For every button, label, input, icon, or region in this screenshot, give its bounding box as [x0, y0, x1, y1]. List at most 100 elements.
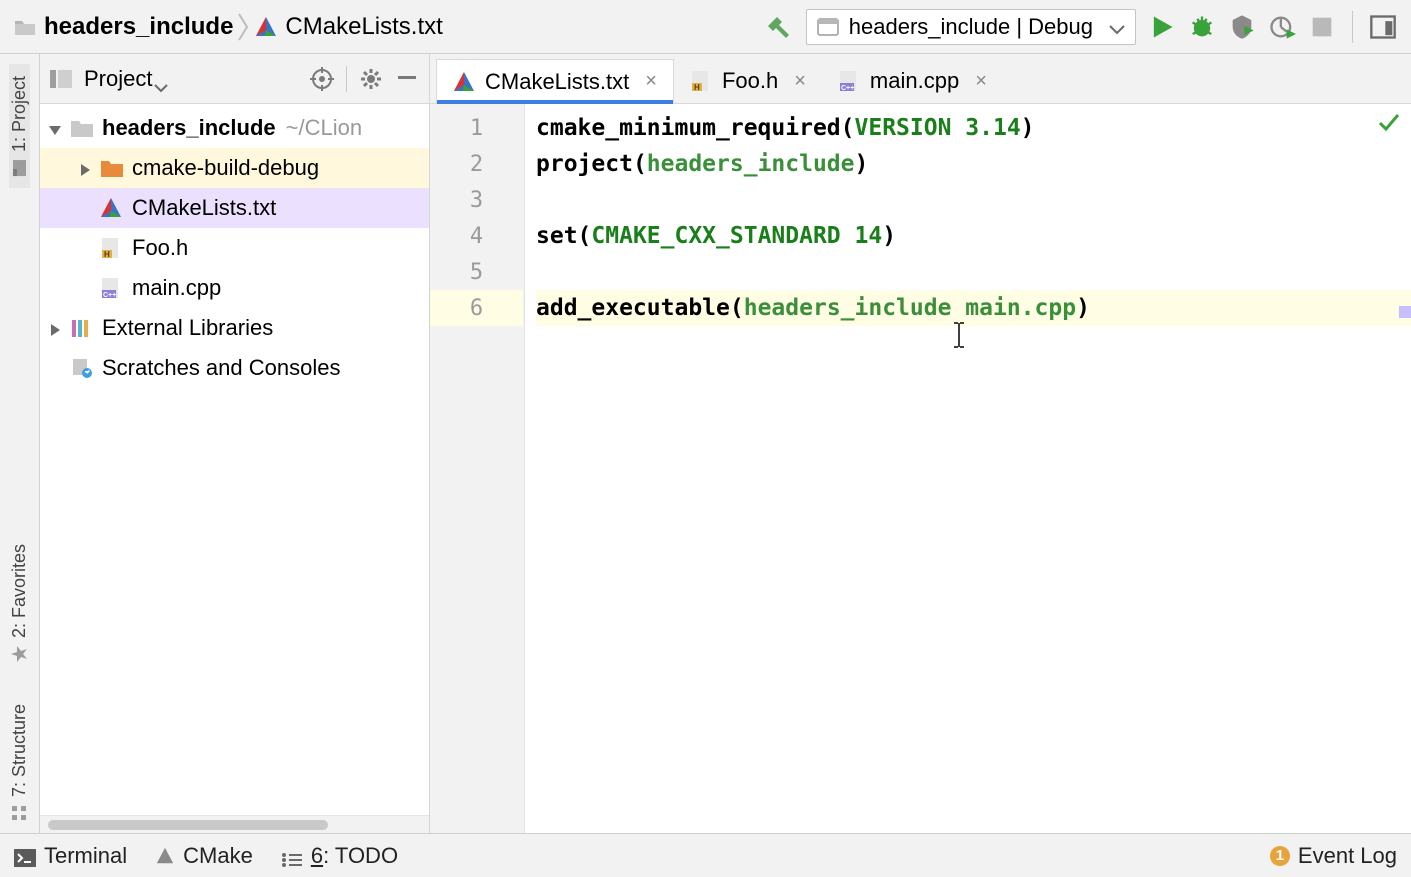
cmake-grey-icon: [155, 846, 175, 866]
breadcrumb-file[interactable]: CMakeLists.txt: [285, 13, 442, 41]
debug-button[interactable]: [1188, 13, 1216, 41]
hide-panel-button[interactable]: [395, 67, 419, 91]
line-number: 6: [430, 290, 523, 326]
view-mode-icon[interactable]: [50, 70, 72, 88]
code-area[interactable]: cmake_minimum_required(VERSION 3.14)proj…: [524, 104, 1411, 833]
code-line[interactable]: set(CMAKE_CXX_STANDARD 14): [536, 218, 1411, 254]
tree-external-libs-label: External Libraries: [102, 315, 273, 341]
coverage-button[interactable]: [1228, 13, 1256, 41]
tree-file-foo[interactable]: H Foo.h: [40, 228, 429, 268]
breadcrumb: headers_include CMakeLists.txt: [0, 12, 443, 42]
project-panel-title[interactable]: Project: [84, 66, 168, 92]
breadcrumb-project[interactable]: headers_include: [44, 13, 233, 41]
tree-file-foo-label: Foo.h: [132, 235, 188, 261]
code-line[interactable]: cmake_minimum_required(VERSION 3.14): [536, 110, 1411, 146]
terminal-icon: [14, 847, 36, 865]
tree-folder-build-label: cmake-build-debug: [132, 155, 319, 181]
tab-main[interactable]: C++ main.cpp ×: [822, 59, 1003, 103]
tree-expand-icon[interactable]: [46, 119, 64, 137]
separator: [346, 66, 347, 92]
project-panel: Project: [40, 54, 430, 833]
tool-tab-project-label: 1: Project: [9, 76, 30, 152]
profile-button[interactable]: [1268, 13, 1296, 41]
editor-area: CMakeLists.txt × H Foo.h × C++ main.cpp …: [430, 54, 1411, 833]
build-button[interactable]: [766, 13, 794, 41]
tab-label: Foo.h: [722, 68, 778, 94]
run-config-selector[interactable]: headers_include | Debug: [806, 9, 1136, 45]
tree-external-libs[interactable]: External Libraries: [40, 308, 429, 348]
tree-collapse-icon[interactable]: [76, 159, 94, 177]
layout-settings-button[interactable]: [1369, 13, 1397, 41]
status-event-log-label: Event Log: [1298, 843, 1397, 869]
tree-file-cmake-label: CMakeLists.txt: [132, 195, 276, 221]
line-number: 2: [430, 146, 523, 182]
stop-button[interactable]: [1308, 13, 1336, 41]
code-line[interactable]: project(headers_include): [536, 146, 1411, 182]
code-line[interactable]: [536, 254, 1411, 290]
editor-body[interactable]: 123456 cmake_minimum_required(VERSION 3.…: [430, 104, 1411, 833]
inspection-ok-icon[interactable]: [1377, 110, 1401, 134]
line-gutter: 123456: [430, 104, 524, 833]
project-panel-title-text: Project: [84, 66, 152, 92]
tab-cmakelists[interactable]: CMakeLists.txt ×: [436, 59, 674, 103]
select-opened-file-button[interactable]: [310, 67, 334, 91]
cpp-file-icon: C++: [100, 277, 124, 299]
cpp-file-icon: C++: [838, 70, 860, 92]
line-number: 5: [430, 254, 523, 290]
marker-stripe[interactable]: [1399, 306, 1411, 318]
star-icon: [11, 644, 29, 662]
application-icon: [817, 18, 839, 36]
run-button[interactable]: [1148, 13, 1176, 41]
library-icon: [70, 317, 94, 339]
status-event-log[interactable]: 1 Event Log: [1270, 843, 1397, 869]
tab-label: main.cpp: [870, 68, 959, 94]
left-tool-stripe: 1: Project 2: Favorites 7: Structure: [0, 54, 40, 833]
tree-collapse-icon[interactable]: [46, 319, 64, 337]
code-line[interactable]: add_executable(headers_include main.cpp): [536, 290, 1411, 326]
tree-folder-build[interactable]: cmake-build-debug: [40, 148, 429, 188]
close-icon[interactable]: ×: [975, 70, 987, 93]
project-tree[interactable]: headers_include ~/CLion cmake-build-debu…: [40, 104, 429, 815]
list-icon: [281, 848, 303, 864]
svg-text:C++: C++: [841, 85, 854, 92]
tab-foo[interactable]: H Foo.h ×: [674, 59, 822, 103]
chevron-right-icon: [237, 12, 251, 42]
tree-root-path: ~/CLion: [286, 115, 362, 141]
tool-tab-structure[interactable]: 7: Structure: [9, 692, 30, 833]
close-icon[interactable]: ×: [794, 70, 806, 93]
line-number: 4: [430, 218, 523, 254]
status-bar: Terminal CMake 6: TODO 1 Event Log: [0, 833, 1411, 877]
line-number: 3: [430, 182, 523, 218]
scrollbar-thumb[interactable]: [48, 820, 328, 830]
status-terminal-label: Terminal: [44, 843, 127, 869]
scratches-icon: [70, 357, 94, 379]
run-toolbar: headers_include | Debug: [766, 9, 1411, 45]
status-terminal[interactable]: Terminal: [14, 843, 127, 869]
chevron-down-icon: [154, 74, 168, 84]
cmake-icon: [255, 16, 277, 38]
project-panel-header: Project: [40, 54, 429, 104]
status-todo[interactable]: 6: TODO: [281, 843, 398, 869]
main-area: 1: Project 2: Favorites 7: Structure Pro…: [0, 54, 1411, 833]
panel-settings-button[interactable]: [359, 67, 383, 91]
structure-icon: [11, 803, 29, 821]
svg-text:H: H: [694, 83, 700, 92]
run-config-label: headers_include | Debug: [849, 14, 1093, 40]
editor-tabs: CMakeLists.txt × H Foo.h × C++ main.cpp …: [430, 54, 1411, 104]
status-cmake[interactable]: CMake: [155, 843, 253, 869]
tool-tab-favorites-label: 2: Favorites: [9, 544, 30, 638]
tree-file-main[interactable]: C++ main.cpp: [40, 268, 429, 308]
tree-file-cmake[interactable]: CMakeLists.txt: [40, 188, 429, 228]
tree-root[interactable]: headers_include ~/CLion: [40, 108, 429, 148]
header-file-icon: H: [690, 70, 712, 92]
cmake-icon: [100, 197, 124, 219]
close-icon[interactable]: ×: [645, 70, 657, 93]
tree-scratches[interactable]: Scratches and Consoles: [40, 348, 429, 388]
top-toolbar: headers_include CMakeLists.txt headers_i…: [0, 0, 1411, 54]
tool-tab-favorites[interactable]: 2: Favorites: [9, 532, 30, 674]
chevron-down-icon: [1109, 22, 1125, 32]
project-scrollbar[interactable]: [40, 815, 429, 833]
tool-tab-structure-label: 7: Structure: [9, 704, 30, 797]
tool-tab-project[interactable]: 1: Project: [9, 64, 30, 188]
code-line[interactable]: [536, 182, 1411, 218]
